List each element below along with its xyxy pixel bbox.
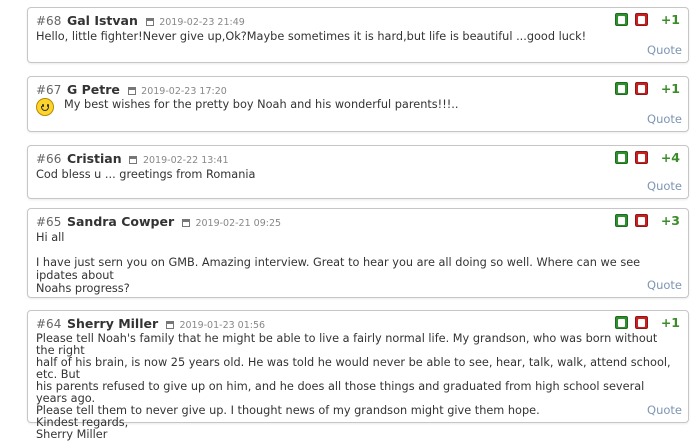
comment-line: Sherry Miller: [36, 428, 108, 441]
comment-body: Hi all I have just sern you on GMB. Amaz…: [36, 231, 674, 295]
comment-body: Please tell Noah's family that he might …: [36, 333, 674, 441]
comment-author: Sandra Cowper: [66, 214, 175, 229]
comment-body: My best wishes for the pretty boy Noah a…: [64, 98, 674, 111]
vote-actions: [612, 82, 648, 96]
vote-actions: [612, 151, 648, 165]
comment-date: 2019-02-22 13:41: [142, 155, 229, 166]
comment-number: #67: [36, 83, 62, 97]
thumbs-up-icon[interactable]: [615, 151, 629, 164]
thumbs-up-icon[interactable]: [615, 316, 629, 329]
comment-score: +1: [660, 12, 680, 27]
comment-65: #65 Sandra Cowper 2019-02-21 09:25 +3 Hi…: [27, 208, 689, 298]
thumbs-up-icon[interactable]: [615, 214, 629, 227]
comment-line: My best wishes for the pretty boy Noah a…: [64, 98, 459, 111]
thumbs-up-icon[interactable]: [615, 13, 629, 26]
comment-date: 2019-02-21 09:25: [195, 218, 282, 229]
comment-score: +1: [660, 315, 680, 330]
comment-header: #66 Cristian 2019-02-22 13:41: [36, 151, 229, 166]
comment-header: #67 G Petre 2019-02-23 17:20: [36, 82, 227, 97]
comment-header: #64 Sherry Miller 2019-01-23 01:56: [36, 316, 265, 331]
calendar-icon: [145, 18, 154, 26]
vote-actions: [612, 214, 648, 228]
comment-line: [36, 244, 674, 256]
comment-line: Please tell Noah's family that he might …: [36, 332, 658, 357]
comment-header: #65 Sandra Cowper 2019-02-21 09:25: [36, 214, 281, 229]
comment-line: Please tell them to never give up. I tho…: [36, 404, 540, 417]
comment-body: Cod bless u ... greetings from Romania: [36, 168, 674, 181]
comment-64: #64 Sherry Miller 2019-01-23 01:56 +1 Pl…: [27, 310, 689, 441]
comment-line: half of his brain, is now 25 years old. …: [36, 356, 671, 381]
comment-66: #66 Cristian 2019-02-22 13:41 +4 Cod ble…: [27, 145, 689, 199]
comment-line: Noahs progress?: [36, 282, 130, 295]
comment-author: G Petre: [66, 82, 120, 97]
comment-author: Sherry Miller: [66, 316, 159, 331]
comment-header: #68 Gal Istvan 2019-02-23 21:49: [36, 13, 245, 28]
quote-link[interactable]: Quote: [647, 112, 682, 126]
comment-line: Kindest regards,: [36, 416, 129, 429]
comment-67: #67 G Petre 2019-02-23 17:20 +1 My best …: [27, 76, 689, 132]
comment-author: Cristian: [66, 151, 122, 166]
comment-score: +3: [660, 213, 680, 228]
comment-line: his parents refused to give up on him, a…: [36, 380, 645, 405]
vote-actions: [612, 13, 648, 27]
thumbs-down-icon[interactable]: [635, 151, 648, 164]
calendar-icon: [181, 219, 190, 227]
comment-author: Gal Istvan: [66, 13, 138, 28]
comment-score: +1: [660, 81, 680, 96]
comment-line: Hello, little fighter!Never give up,Ok?M…: [36, 30, 587, 43]
comment-number: #66: [36, 152, 62, 166]
comment-number: #65: [36, 215, 62, 229]
calendar-icon: [129, 156, 138, 164]
quote-link[interactable]: Quote: [647, 278, 682, 292]
smiley-icon: [36, 98, 54, 116]
comment-number: #68: [36, 14, 62, 28]
comment-line: Cod bless u ... greetings from Romania: [36, 168, 256, 181]
thumbs-up-icon[interactable]: [615, 82, 629, 95]
thumbs-down-icon[interactable]: [635, 214, 648, 227]
comment-score: +4: [660, 150, 680, 165]
calendar-icon: [127, 87, 136, 95]
comment-68: #68 Gal Istvan 2019-02-23 21:49 +1 Hello…: [27, 7, 689, 63]
comment-line: Hi all: [36, 231, 65, 244]
comment-date: 2019-02-23 17:20: [141, 86, 227, 97]
calendar-icon: [165, 321, 174, 329]
quote-link[interactable]: Quote: [647, 179, 682, 193]
thumbs-down-icon[interactable]: [635, 316, 648, 329]
thumbs-down-icon[interactable]: [635, 13, 648, 26]
quote-link[interactable]: Quote: [647, 403, 682, 417]
comment-date: 2019-01-23 01:56: [179, 320, 266, 331]
vote-actions: [612, 316, 648, 330]
thumbs-down-icon[interactable]: [635, 82, 648, 95]
comment-number: #64: [36, 317, 62, 331]
comment-body: Hello, little fighter!Never give up,Ok?M…: [36, 30, 674, 43]
comment-line: I have just sern you on GMB. Amazing int…: [36, 256, 641, 282]
comment-date: 2019-02-23 21:49: [159, 17, 245, 28]
quote-link[interactable]: Quote: [647, 43, 682, 57]
